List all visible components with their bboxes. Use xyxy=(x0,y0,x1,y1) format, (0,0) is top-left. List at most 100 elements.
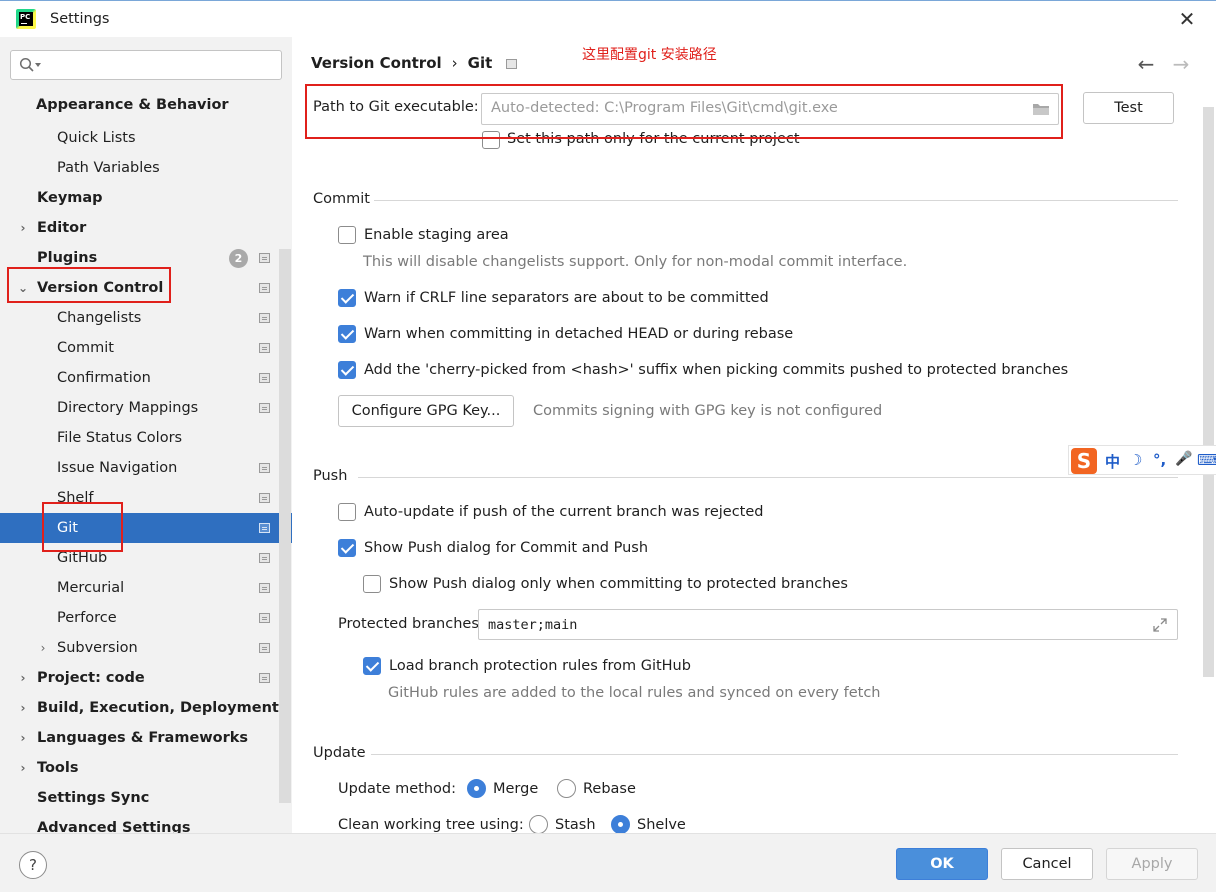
forward-arrow-icon[interactable]: → xyxy=(1169,52,1193,76)
push-section-title: Push xyxy=(313,468,348,484)
project-level-icon xyxy=(259,253,270,263)
update-section-title: Update xyxy=(313,745,366,761)
sidebar-item-quick-lists[interactable]: Quick Lists xyxy=(0,123,292,153)
shelve-radio[interactable] xyxy=(611,815,630,834)
protected-branches-label: Protected branches: xyxy=(338,616,484,632)
microphone-icon[interactable]: 🎤 xyxy=(1175,451,1192,467)
sidebar-item-path-variables[interactable]: Path Variables xyxy=(0,153,292,183)
auto-update-checkbox[interactable] xyxy=(338,503,356,521)
cancel-button[interactable]: Cancel xyxy=(1001,848,1093,880)
close-icon[interactable]: ✕ xyxy=(1177,7,1197,31)
project-level-icon xyxy=(259,463,270,473)
sidebar-item-label: Appearance & Behavior xyxy=(36,97,229,113)
apply-button[interactable]: Apply xyxy=(1106,848,1198,880)
punctuation-icon[interactable]: °, xyxy=(1153,451,1166,469)
project-level-icon xyxy=(259,343,270,353)
stash-radio[interactable] xyxy=(529,815,548,834)
sidebar-item-languages-frameworks[interactable]: › Languages & Frameworks xyxy=(0,723,292,753)
update-method-label: Update method: xyxy=(338,781,457,797)
chevron-right-icon[interactable]: › xyxy=(36,633,50,663)
sidebar-item-editor[interactable]: › Editor xyxy=(0,213,292,243)
test-button[interactable]: Test xyxy=(1083,92,1174,124)
breadcrumb-parent[interactable]: Version Control xyxy=(311,54,442,72)
rebase-radio[interactable] xyxy=(557,779,576,798)
project-level-icon xyxy=(259,523,270,533)
enable-staging-checkbox[interactable] xyxy=(338,226,356,244)
enable-staging-hint: This will disable changelists support. O… xyxy=(363,254,908,270)
rebase-label: Rebase xyxy=(583,781,636,797)
cherry-pick-label: Add the 'cherry-picked from <hash>' suff… xyxy=(364,362,1069,378)
project-level-icon xyxy=(259,643,270,653)
show-push-protected-checkbox[interactable] xyxy=(363,575,381,593)
sidebar-item-commit[interactable]: Commit xyxy=(0,333,292,363)
sidebar-item-build-execution-deployment[interactable]: › Build, Execution, Deployment xyxy=(0,693,292,723)
sidebar-item-settings-sync[interactable]: Settings Sync xyxy=(0,783,292,813)
content-scrollbar[interactable] xyxy=(1203,107,1214,677)
sidebar-item-file-status-colors[interactable]: File Status Colors xyxy=(0,423,292,453)
sidebar-item-subversion[interactable]: › Subversion xyxy=(0,633,292,663)
sidebar-item-label: Mercurial xyxy=(57,580,125,596)
highlight-version-control xyxy=(7,267,171,303)
chevron-right-icon[interactable]: › xyxy=(16,213,30,243)
chevron-right-icon[interactable]: › xyxy=(16,753,30,783)
chevron-right-icon[interactable]: › xyxy=(16,723,30,753)
sidebar-item-mercurial[interactable]: Mercurial xyxy=(0,573,292,603)
back-arrow-icon[interactable]: ← xyxy=(1134,52,1158,76)
sidebar-item-issue-navigation[interactable]: Issue Navigation xyxy=(0,453,292,483)
chinese-mode-icon[interactable]: 中 xyxy=(1105,451,1120,472)
search-input[interactable] xyxy=(10,50,282,80)
project-level-icon xyxy=(506,58,518,69)
load-rules-hint: GitHub rules are added to the local rule… xyxy=(388,685,881,701)
project-level-icon xyxy=(259,583,270,593)
protected-branches-field[interactable]: master;main xyxy=(478,609,1178,640)
sidebar-item-perforce[interactable]: Perforce xyxy=(0,603,292,633)
sidebar-item-label: Editor xyxy=(37,220,87,236)
chevron-right-icon[interactable]: › xyxy=(16,663,30,693)
load-rules-checkbox[interactable] xyxy=(363,657,381,675)
settings-content: Version Control › Git 这里配置git 安装路径 ← → Pat… xyxy=(292,37,1216,834)
sidebar-item-keymap[interactable]: Keymap xyxy=(0,183,292,213)
warn-crlf-label: Warn if CRLF line separators are about t… xyxy=(364,290,769,306)
project-level-icon xyxy=(259,403,270,413)
sidebar-item-label: Confirmation xyxy=(57,370,151,386)
warn-crlf-checkbox[interactable] xyxy=(338,289,356,307)
cherry-pick-checkbox[interactable] xyxy=(338,361,356,379)
project-level-icon xyxy=(259,283,270,293)
keyboard-icon[interactable]: ⌨ xyxy=(1197,451,1216,469)
load-rules-label: Load branch protection rules from GitHub xyxy=(389,658,691,674)
sidebar-item-tools[interactable]: › Tools xyxy=(0,753,292,783)
sidebar-item-directory-mappings[interactable]: Directory Mappings xyxy=(0,393,292,423)
chevron-right-icon[interactable]: › xyxy=(16,693,30,723)
ok-button[interactable]: OK xyxy=(896,848,988,880)
sidebar-item-label: Issue Navigation xyxy=(57,460,178,476)
show-push-dialog-checkbox[interactable] xyxy=(338,539,356,557)
search-options-icon[interactable] xyxy=(35,63,41,67)
merge-label: Merge xyxy=(493,781,539,797)
show-push-protected-label: Show Push dialog only when committing to… xyxy=(389,576,848,592)
project-level-icon xyxy=(259,373,270,383)
pycharm-logo-icon: PC xyxy=(16,9,36,29)
configure-gpg-button[interactable]: Configure GPG Key... xyxy=(338,395,514,427)
sidebar-item-appearance-behavior[interactable]: Appearance & Behavior xyxy=(0,90,292,120)
highlight-git xyxy=(42,502,123,552)
warn-detached-checkbox[interactable] xyxy=(338,325,356,343)
commit-section-title: Commit xyxy=(313,191,370,207)
annotation-text: 这里配置git 安装路径 xyxy=(582,47,717,63)
divider xyxy=(374,200,1178,201)
sidebar-item-project-code[interactable]: › Project: code xyxy=(0,663,292,693)
merge-radio[interactable] xyxy=(467,779,486,798)
expand-icon[interactable] xyxy=(1153,618,1167,632)
ime-toolbar[interactable]: S 中 ☽ °, 🎤 ⌨ xyxy=(1068,445,1216,475)
breadcrumb: Version Control › Git xyxy=(311,54,518,72)
sidebar-scrollbar[interactable] xyxy=(279,249,291,803)
sidebar-item-label: Changelists xyxy=(57,310,142,326)
sidebar-item-confirmation[interactable]: Confirmation xyxy=(0,363,292,393)
search-icon xyxy=(19,57,34,72)
help-button[interactable]: ? xyxy=(19,851,47,879)
moon-icon[interactable]: ☽ xyxy=(1129,451,1142,469)
stash-label: Stash xyxy=(555,817,596,833)
sidebar-item-changelists[interactable]: Changelists xyxy=(0,303,292,333)
highlight-git-path xyxy=(305,84,1063,139)
title-bar: PC Settings ✕ xyxy=(0,0,1216,37)
sidebar-item-label: Directory Mappings xyxy=(57,400,199,416)
